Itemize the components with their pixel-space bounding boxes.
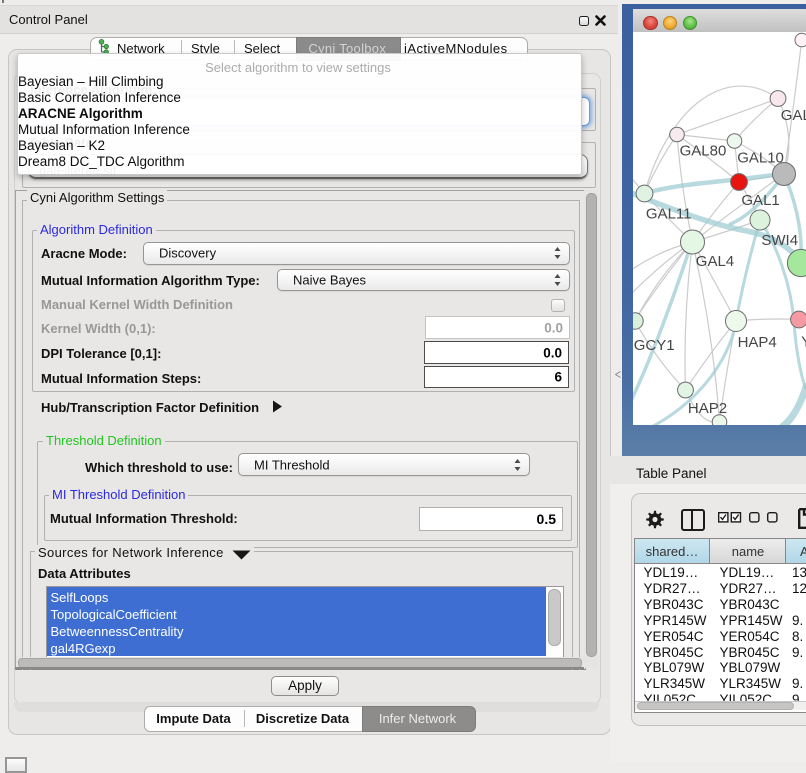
svg-text:GAL80: GAL80: [680, 142, 727, 159]
svg-text:SWI4: SWI4: [761, 231, 798, 248]
svg-text:HAP4: HAP4: [738, 334, 777, 351]
svg-text:GAL4: GAL4: [696, 252, 734, 269]
svg-text:Y: Y: [801, 333, 806, 350]
svg-text:GAL: GAL: [781, 107, 806, 124]
svg-text:GCY1: GCY1: [634, 337, 675, 354]
svg-text:GAL1: GAL1: [741, 192, 779, 209]
svg-text:GAL11: GAL11: [646, 205, 692, 222]
svg-text:HAP2: HAP2: [688, 399, 727, 416]
svg-text:GAL10: GAL10: [737, 149, 784, 166]
